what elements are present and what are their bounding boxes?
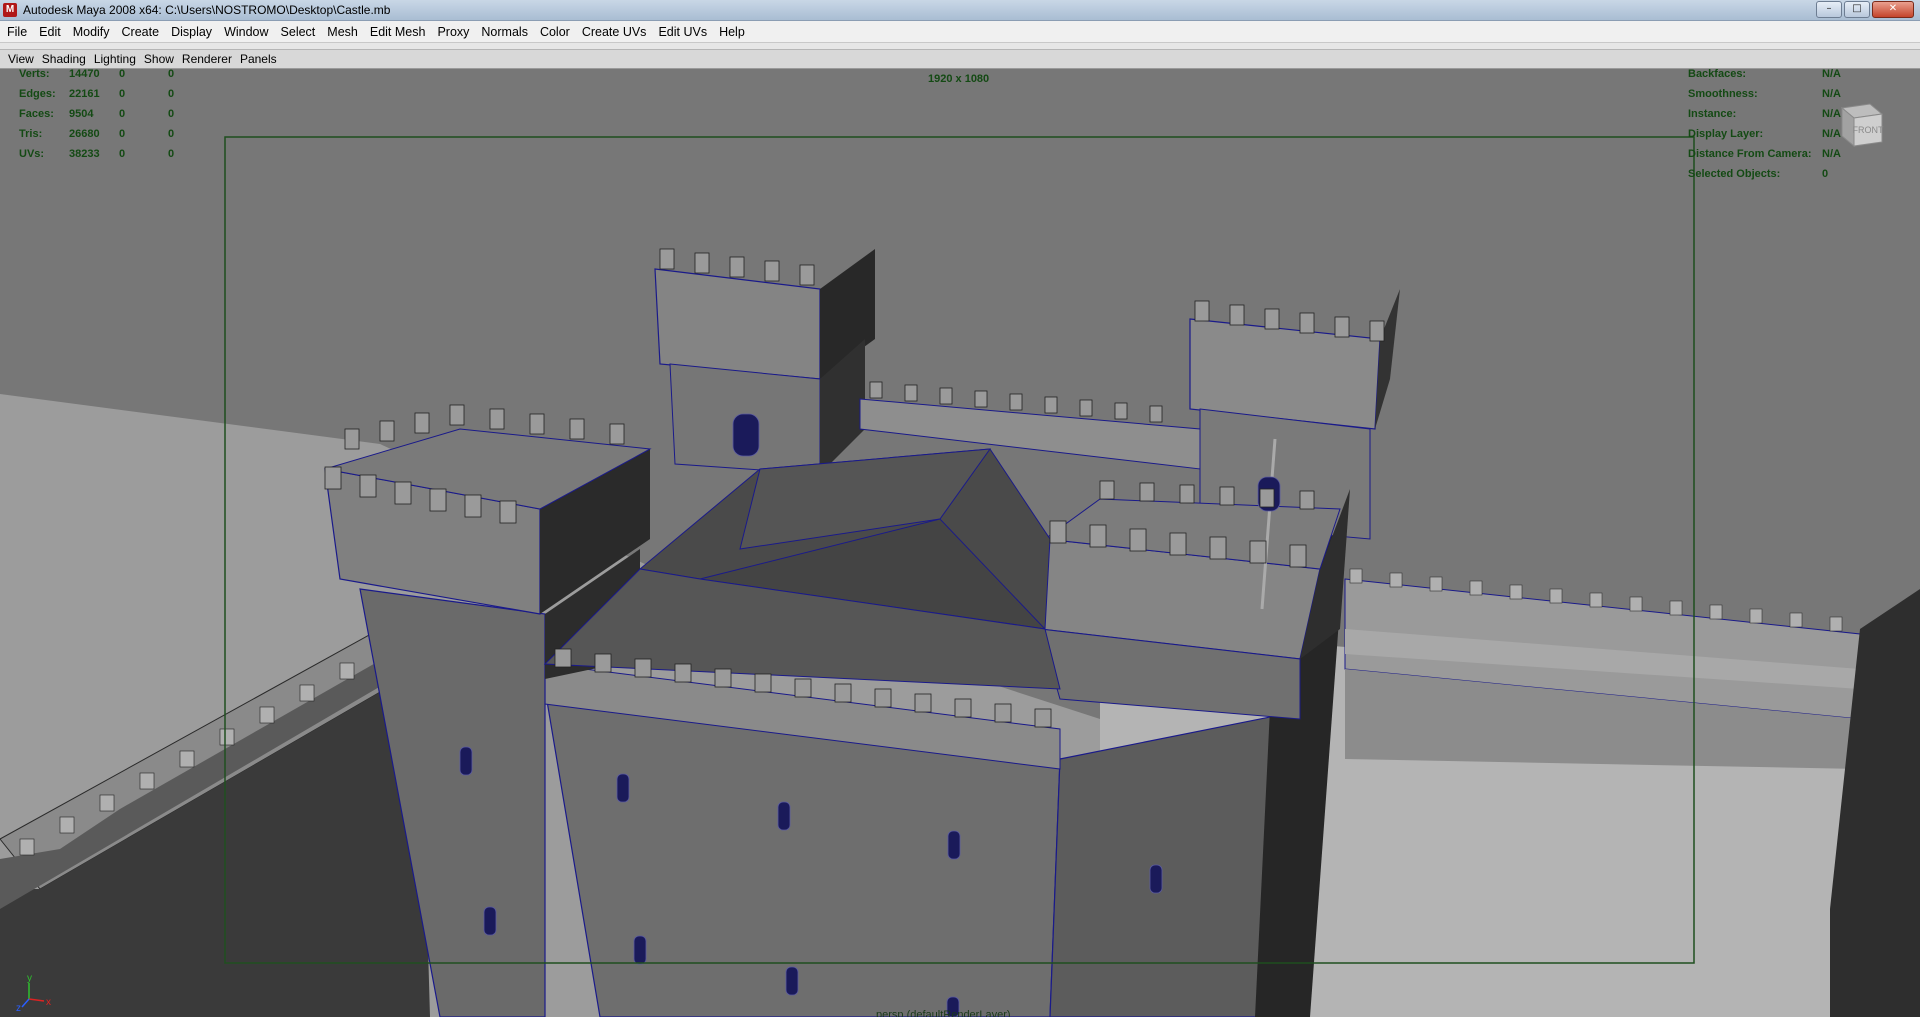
hud-value: 0 bbox=[168, 88, 175, 100]
menu-normals[interactable]: Normals bbox=[475, 25, 534, 39]
hud-value: 0 bbox=[168, 108, 175, 120]
menu-window[interactable]: Window bbox=[218, 25, 274, 39]
viewcube-widget[interactable]: FRONT bbox=[1832, 96, 1888, 152]
panel-menu-panels[interactable]: Panels bbox=[236, 52, 281, 66]
hud-label: Tris: bbox=[19, 128, 43, 140]
hud-label: Smoothness: bbox=[1688, 88, 1758, 100]
hud-label: Edges: bbox=[19, 88, 56, 100]
hud-value: 38233 bbox=[69, 148, 100, 160]
title-bar: M Autodesk Maya 2008 x64: C:\Users\NOSTR… bbox=[0, 0, 1920, 21]
hud-label: Instance: bbox=[1688, 108, 1737, 120]
axis-y-label: y bbox=[27, 973, 32, 984]
maximize-button[interactable]: □ bbox=[1844, 1, 1870, 18]
hud-value: N/A bbox=[1822, 69, 1841, 80]
hud-value: 0 bbox=[119, 69, 126, 80]
menu-help[interactable]: Help bbox=[713, 25, 751, 39]
hud-label: Distance From Camera: bbox=[1688, 148, 1812, 160]
menu-file[interactable]: File bbox=[0, 25, 33, 39]
camera-label: persp (defaultRenderLayer) bbox=[876, 1009, 1011, 1017]
menu-display[interactable]: Display bbox=[165, 25, 218, 39]
menu-select[interactable]: Select bbox=[275, 25, 322, 39]
perspective-viewport[interactable]: Verts: 14470 0 0 Edges: 22161 0 0 Faces:… bbox=[0, 69, 1920, 1017]
hud-value: 0 bbox=[168, 128, 175, 140]
poly-count-hud: Verts: 14470 0 0 Edges: 22161 0 0 Faces:… bbox=[19, 69, 199, 169]
hud-value: 0 bbox=[119, 128, 126, 140]
panel-menu-view[interactable]: View bbox=[0, 52, 38, 66]
hud-value: 0 bbox=[119, 148, 126, 160]
axis-gizmo: y x z bbox=[14, 971, 54, 1011]
hud-label: Faces: bbox=[19, 108, 54, 120]
menu-create[interactable]: Create bbox=[116, 25, 166, 39]
menu-edit-uvs[interactable]: Edit UVs bbox=[652, 25, 713, 39]
hud-value: 0 bbox=[1822, 168, 1829, 180]
panel-menu-renderer[interactable]: Renderer bbox=[178, 52, 236, 66]
axis-x-label: x bbox=[46, 997, 51, 1008]
hud-label: Selected Objects: bbox=[1688, 168, 1781, 180]
resolution-label: 1920 x 1080 bbox=[928, 73, 990, 85]
axis-z-label: z bbox=[16, 1003, 21, 1011]
maya-app-icon[interactable]: M bbox=[3, 3, 17, 17]
hud-label: Verts: bbox=[19, 69, 50, 80]
panel-menu-lighting[interactable]: Lighting bbox=[90, 52, 140, 66]
menu-create-uvs[interactable]: Create UVs bbox=[576, 25, 653, 39]
window-controls: – □ ✕ bbox=[1816, 1, 1914, 18]
hud-value: 22161 bbox=[69, 88, 100, 100]
hud-value: 0 bbox=[168, 148, 175, 160]
close-button[interactable]: ✕ bbox=[1872, 1, 1914, 18]
menu-edit[interactable]: Edit bbox=[33, 25, 67, 39]
minimize-button[interactable]: – bbox=[1816, 1, 1842, 18]
panel-menu-shading[interactable]: Shading bbox=[38, 52, 90, 66]
menu-modify[interactable]: Modify bbox=[67, 25, 116, 39]
hud-value: 9504 bbox=[69, 108, 94, 120]
viewcube-face-label: FRONT bbox=[1853, 125, 1884, 135]
hud-label: Display Layer: bbox=[1688, 128, 1764, 140]
hud-value: 0 bbox=[119, 88, 126, 100]
hud-value: 14470 bbox=[69, 69, 100, 80]
hud-value: 0 bbox=[168, 69, 175, 80]
toolbar-divider bbox=[0, 43, 1920, 50]
menu-color[interactable]: Color bbox=[534, 25, 576, 39]
menu-mesh[interactable]: Mesh bbox=[321, 25, 364, 39]
hud-value: 0 bbox=[119, 108, 126, 120]
hud-label: Backfaces: bbox=[1688, 69, 1747, 80]
hud-label: UVs: bbox=[19, 148, 45, 160]
hud-value: 26680 bbox=[69, 128, 100, 140]
castle-scene bbox=[0, 69, 1920, 1017]
panel-menu-bar: View Shading Lighting Show Renderer Pane… bbox=[0, 50, 1920, 69]
panel-menu-show[interactable]: Show bbox=[140, 52, 178, 66]
main-menu-bar: File Edit Modify Create Display Window S… bbox=[0, 21, 1920, 43]
menu-edit-mesh[interactable]: Edit Mesh bbox=[364, 25, 432, 39]
menu-proxy[interactable]: Proxy bbox=[431, 25, 475, 39]
window-title: Autodesk Maya 2008 x64: C:\Users\NOSTROM… bbox=[23, 3, 391, 17]
